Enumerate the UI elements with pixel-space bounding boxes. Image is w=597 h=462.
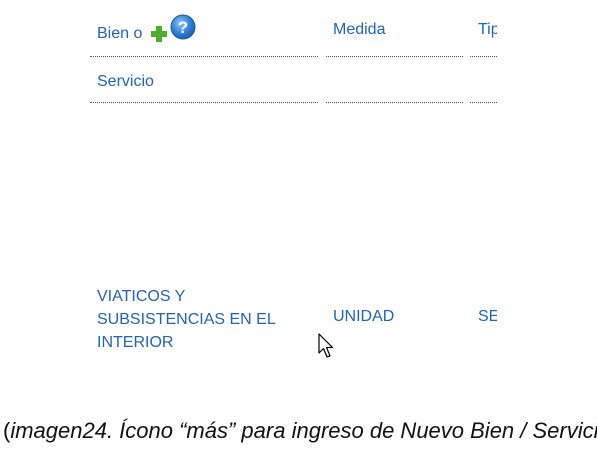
header-bien-o-servicio: Bien o — [97, 25, 142, 43]
header-divider — [90, 56, 318, 57]
header-divider — [470, 56, 497, 57]
header-servicio-label: Servicio — [97, 73, 154, 90]
row-descripcion-line: SUBSISTENCIAS EN EL — [97, 311, 276, 328]
row-tipo: SERVICIO — [478, 308, 497, 325]
header-divider — [326, 56, 463, 57]
header-divider — [326, 102, 463, 103]
header-tipo: Tipo — [478, 21, 497, 38]
caption-text: imagen24. Ícono “más” para ingreso de Nu… — [10, 418, 597, 443]
mouse-pointer-icon — [318, 333, 334, 358]
plus-icon[interactable] — [149, 24, 169, 44]
row-descripcion[interactable]: VIATICOS Y SUBSISTENCIAS EN EL INTERIOR — [97, 285, 276, 354]
header-bien-label: Bien o — [97, 25, 143, 42]
svg-text:?: ? — [178, 18, 188, 37]
row-descripcion-line: VIATICOS Y — [97, 288, 186, 305]
row-medida: UNIDAD — [333, 308, 395, 325]
help-icon[interactable]: ? — [170, 14, 196, 40]
header-medida: Medida — [333, 21, 386, 38]
row-descripcion-line: INTERIOR — [97, 334, 174, 351]
header-divider — [90, 102, 318, 103]
figure-caption: (imagen24. Ícono “más” para ingreso de N… — [3, 418, 597, 444]
header-divider — [470, 102, 497, 103]
